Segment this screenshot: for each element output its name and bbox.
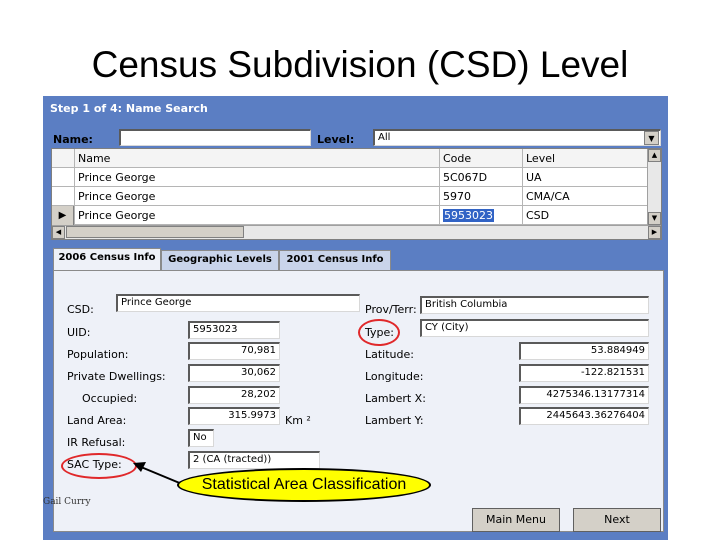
cell-name: Prince George [74,206,439,225]
type-highlight-circle [358,319,400,346]
scroll-up-icon[interactable]: ▲ [648,149,661,162]
lambert-x-label: Lambert X: [365,392,426,405]
column-header-name[interactable]: Name [74,149,439,168]
sac-type-highlight-circle [61,453,137,479]
column-header-code[interactable]: Code [439,149,522,168]
table-row[interactable]: Prince George 5C067D UA [52,168,648,187]
results-grid: Name Code Level Prince George 5C067D UA … [51,148,662,240]
scroll-down-icon[interactable]: ▼ [648,212,661,225]
grid-vertical-scrollbar[interactable]: ▲ ▼ [647,149,661,225]
column-header-level[interactable]: Level [522,149,648,168]
longitude-field: -122.821531 [519,364,649,382]
table-row-selected[interactable]: ▶ Prince George 5953023 CSD [52,206,648,225]
sac-type-field: 2 (CA (tracted)) [188,451,320,469]
population-field: 70,981 [188,342,280,360]
statistical-area-callout: Statistical Area Classification [177,468,431,502]
longitude-label: Longitude: [365,370,424,383]
slide-title: Census Subdivision (CSD) Level [91,44,629,85]
lambert-y-label: Lambert Y: [365,414,424,427]
land-area-field: 315.9973 [188,407,280,425]
cell-level: CMA/CA [522,187,648,206]
window-title: Step 1 of 4: Name Search [50,102,208,115]
cell-level: CSD [522,206,648,225]
scroll-thumb[interactable] [66,226,244,238]
next-button[interactable]: Next [573,508,661,532]
csd-field: Prince George [116,294,360,312]
name-search-input[interactable] [119,129,311,146]
tab-geographic-levels[interactable]: Geographic Levels [161,250,279,270]
cell-name: Prince George [74,168,439,187]
uid-label: UID: [67,326,91,339]
occupied-label: Occupied: [82,392,138,405]
cell-code: 5C067D [439,168,522,187]
private-dwellings-field: 30,062 [188,364,280,382]
level-select[interactable]: All [373,129,661,146]
latitude-field: 53.884949 [519,342,649,360]
occupied-field: 28,202 [188,386,280,404]
csd-label: CSD: [67,303,94,316]
lambert-x-field: 4275346.13177314 [519,386,649,404]
grid-horizontal-scrollbar[interactable]: ◀ ▶ [52,225,661,239]
level-label: Level: [317,133,355,146]
cell-level: UA [522,168,648,187]
cell-name: Prince George [74,187,439,206]
scroll-right-icon[interactable]: ▶ [648,226,661,239]
tab-2001-census-info[interactable]: 2001 Census Info [279,250,391,270]
cell-code: 5970 [439,187,522,206]
grid-header: Name Code Level [52,149,648,168]
ir-refusal-label: IR Refusal: [67,436,126,449]
prov-terr-field: British Columbia [420,296,649,314]
tab-2006-census-info[interactable]: 2006 Census Info [53,248,161,270]
population-label: Population: [67,348,129,361]
ir-refusal-field: No [188,429,214,447]
type-field: CY (City) [420,319,649,337]
table-row[interactable]: Prince George 5970 CMA/CA [52,187,648,206]
cell-code-selected: 5953023 [439,206,522,225]
uid-field: 5953023 [188,321,280,339]
author-credit: Gail Curry [43,497,91,507]
row-pointer-icon: ▶ [52,206,74,225]
scroll-left-icon[interactable]: ◀ [52,226,65,239]
name-label: Name: [53,133,93,146]
prov-terr-label: Prov/Terr: [365,303,417,316]
main-menu-button[interactable]: Main Menu [472,508,560,532]
lambert-y-field: 2445643.36276404 [519,407,649,425]
private-dwellings-label: Private Dwellings: [67,370,166,383]
level-dropdown-arrow-icon[interactable]: ▼ [644,131,659,145]
land-area-label: Land Area: [67,414,127,427]
latitude-label: Latitude: [365,348,414,361]
selected-code-text: 5953023 [443,209,494,222]
level-selected-value: All [378,132,391,143]
land-area-unit: Km ² [285,414,311,427]
